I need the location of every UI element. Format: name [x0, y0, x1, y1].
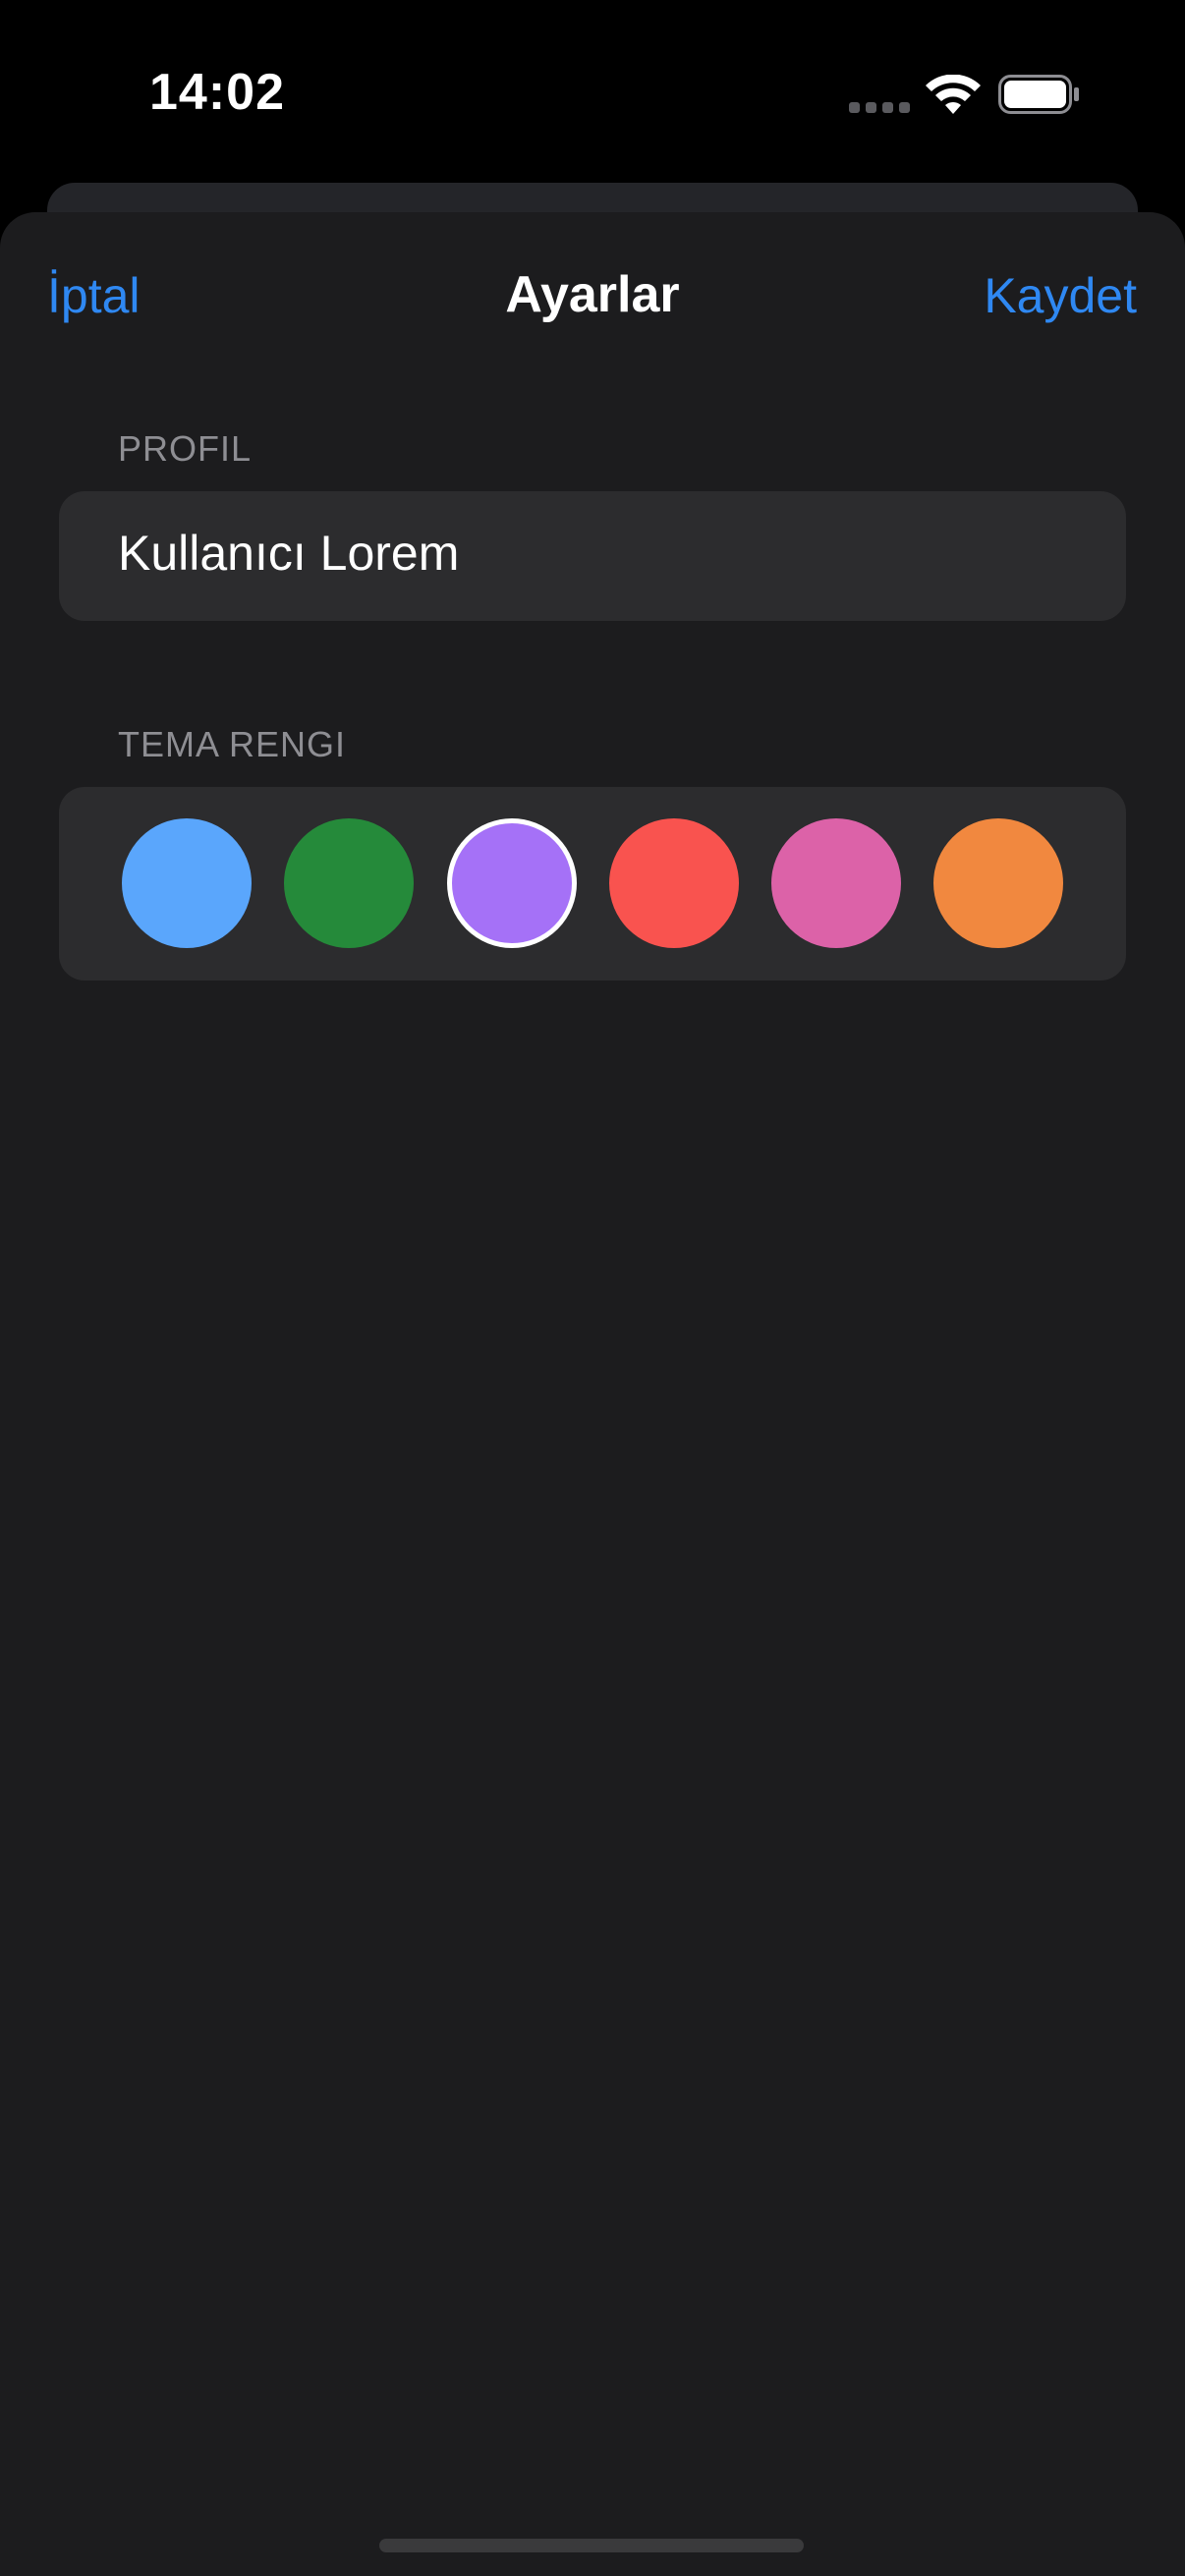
theme-color-picker: [59, 787, 1126, 980]
color-swatch-blue[interactable]: [122, 818, 252, 948]
wifi-icon: [926, 75, 981, 114]
color-swatch-orange[interactable]: [933, 818, 1063, 948]
profile-name-field[interactable]: Kullanıcı Lorem: [59, 491, 1126, 621]
status-time: 14:02: [149, 64, 285, 121]
color-swatch-purple[interactable]: [447, 818, 577, 948]
color-swatch-pink[interactable]: [771, 818, 901, 948]
home-indicator: [379, 2539, 804, 2552]
cellular-signal-icon: [849, 102, 910, 113]
color-swatch-green[interactable]: [284, 818, 414, 948]
save-button[interactable]: Kaydet: [984, 267, 1137, 324]
battery-icon: [998, 75, 1079, 114]
profile-section-header: PROFIL: [118, 428, 253, 469]
profile-name-value[interactable]: Kullanıcı Lorem: [118, 525, 459, 582]
status-bar: 14:02: [0, 0, 1185, 182]
color-swatch-red[interactable]: [609, 818, 739, 948]
theme-section-header: TEMA RENGI: [118, 724, 347, 764]
